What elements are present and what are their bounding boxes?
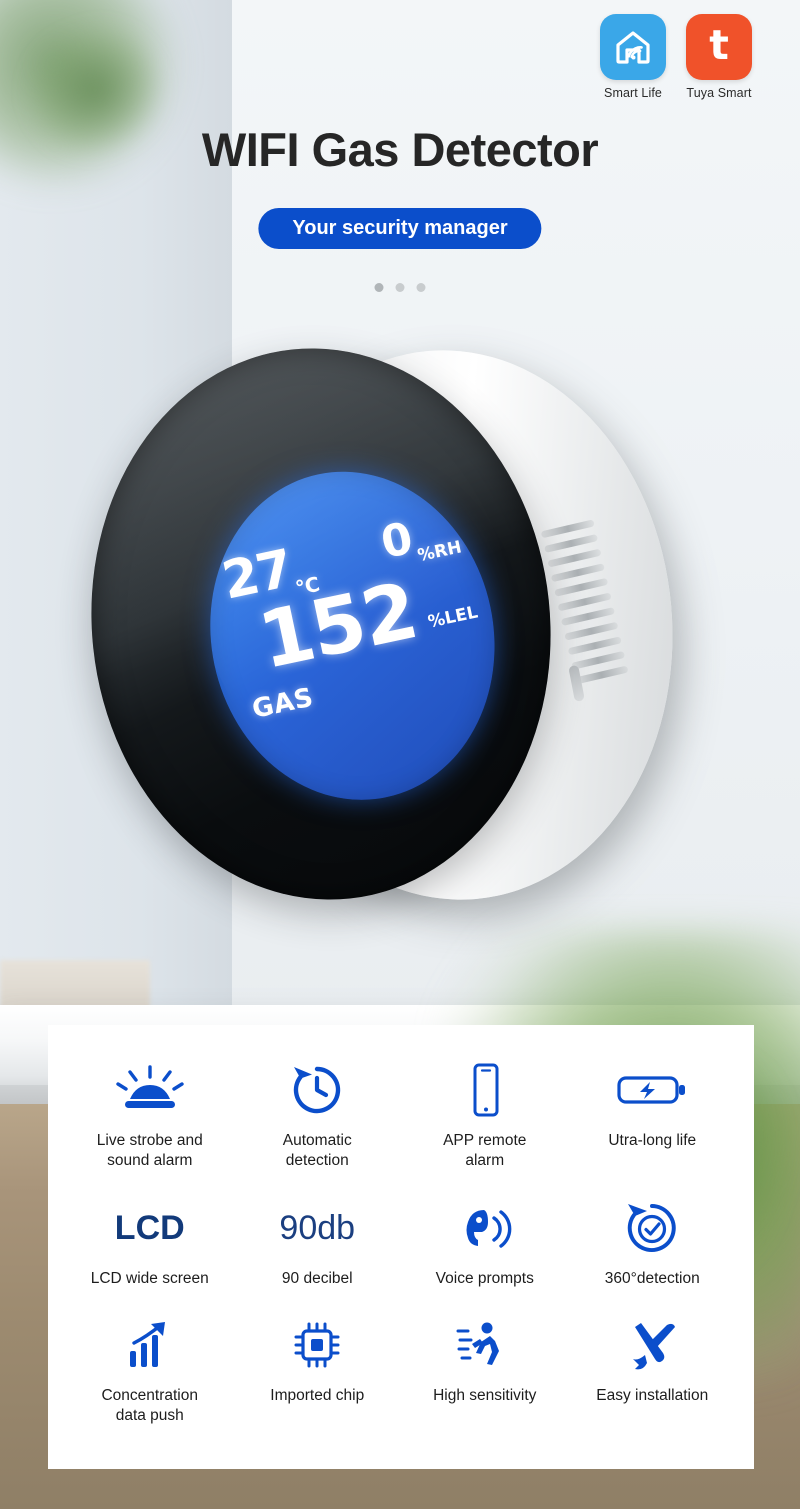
feature-automatic-detection: Automatic detection <box>234 1051 402 1189</box>
feature-easy-installation: Easy installation <box>569 1306 737 1444</box>
carousel-dots[interactable] <box>374 283 426 292</box>
feature-high-sensitivity: High sensitivity <box>401 1306 569 1444</box>
feature-label: Concentration data push <box>101 1387 198 1425</box>
gas-detector-device: 27℃ 0%RH 152 %LEL GAS <box>64 325 696 930</box>
clock-refresh-icon <box>238 1057 398 1123</box>
feature-label: Utra-long life <box>608 1132 697 1149</box>
tuya-caption: Tuya Smart <box>686 86 752 100</box>
feature-strobe-alarm: Live strobe and sound alarm <box>66 1051 234 1189</box>
features-row-2: LCD LCD wide screen 90db 90 decibel Voic… <box>66 1189 736 1307</box>
smartphone-icon <box>405 1057 565 1123</box>
feature-lcd-wide-screen: LCD LCD wide screen <box>66 1189 234 1307</box>
feature-label: Live strobe and sound alarm <box>96 1132 203 1169</box>
vent-grille <box>540 519 632 697</box>
feature-big-text: LCD <box>114 1208 185 1247</box>
bar-chart-arrow-icon <box>70 1312 230 1378</box>
running-person-icon <box>405 1312 565 1378</box>
voice-prompt-icon <box>405 1195 565 1261</box>
logo-smart-life[interactable]: Smart Life <box>597 14 669 100</box>
smart-home-wifi-icon <box>616 31 650 64</box>
logo-tuya-smart[interactable]: t Tuya Smart <box>683 14 755 100</box>
feature-90-decibel: 90db 90 decibel <box>234 1189 402 1307</box>
feature-label: 90 decibel <box>281 1269 353 1287</box>
carousel-dot-2[interactable] <box>395 283 405 292</box>
subtitle-badge: Your security manager <box>258 208 542 249</box>
battery-bolt-icon <box>573 1057 733 1123</box>
feature-label: LCD wide screen <box>90 1269 209 1287</box>
lcd-gas-unit: %LEL <box>426 602 480 633</box>
tuya-tile: t <box>686 14 752 80</box>
feature-voice-prompts: Voice prompts <box>401 1189 569 1307</box>
page-title: WIFI Gas Detector <box>201 123 599 176</box>
features-panel: Live strobe and sound alarm Automatic dete… <box>48 1025 754 1469</box>
tools-icon <box>573 1312 733 1378</box>
carousel-dot-1[interactable] <box>374 283 384 292</box>
feature-big-text: 90db <box>279 1208 356 1247</box>
lcd-gas-label: GAS <box>249 682 317 725</box>
feature-label: APP remote alarm <box>443 1132 527 1169</box>
feature-label: Automatic detection <box>282 1132 352 1169</box>
feature-label: Easy installation <box>596 1387 709 1405</box>
feature-label: Imported chip <box>270 1387 365 1405</box>
app-logos: Smart Life t Tuya Smart <box>597 14 755 100</box>
lcd-humidity: 0%RH <box>377 503 464 573</box>
features-row-1: Live strobe and sound alarm Automatic dete… <box>66 1051 736 1189</box>
feature-label: Voice prompts <box>435 1269 534 1287</box>
feature-label: High sensitivity <box>433 1387 537 1405</box>
lcd-humidity-unit: %RH <box>415 537 464 566</box>
feature-imported-chip: Imported chip <box>234 1306 402 1444</box>
smart-life-caption: Smart Life <box>604 86 662 100</box>
feature-label: 360°detection <box>604 1269 700 1287</box>
smart-life-tile <box>600 14 666 80</box>
carousel-dot-3[interactable] <box>416 283 426 292</box>
feature-app-remote-alarm: APP remote alarm <box>401 1051 569 1189</box>
lcd-humidity-value: 0 <box>376 512 418 570</box>
strobe-alarm-icon <box>70 1057 230 1123</box>
features-row-3: Concentration data push Imported chip Hi… <box>66 1306 736 1444</box>
feature-concentration-data-push: Concentration data push <box>66 1306 234 1444</box>
feature-360-detection: 360°detection <box>569 1189 737 1307</box>
feature-ultra-long-life: Utra-long life <box>569 1051 737 1189</box>
360-check-icon <box>573 1195 733 1261</box>
chip-icon <box>238 1312 398 1378</box>
tuya-t-icon: t <box>709 20 729 69</box>
